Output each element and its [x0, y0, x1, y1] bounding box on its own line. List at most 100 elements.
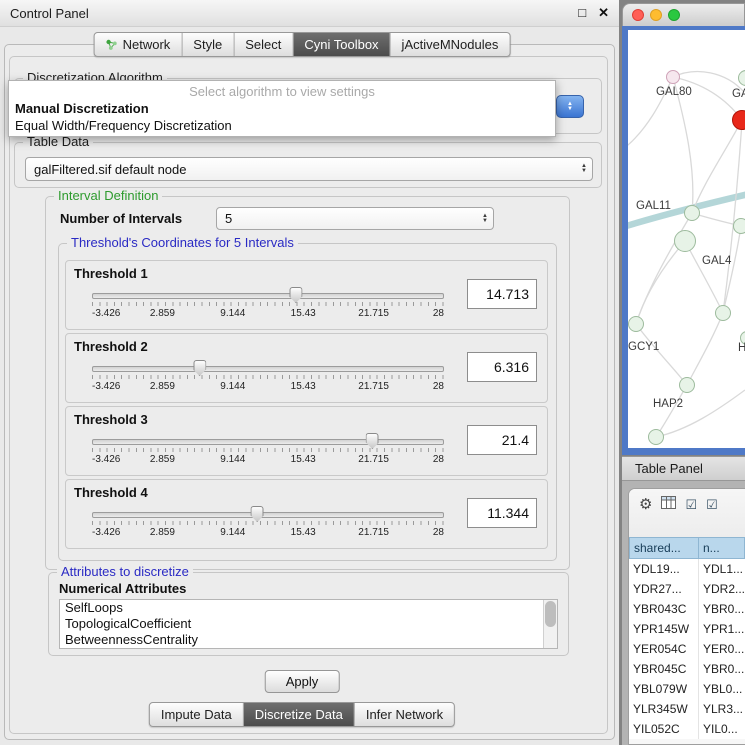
table-row[interactable]: YER054CYER0...	[629, 639, 745, 659]
threshold-box-2: Threshold 2-3.4262.8599.14415.4321.71528…	[65, 333, 548, 403]
attribute-item[interactable]: SelfLoops	[60, 600, 557, 616]
table-panel-header[interactable]: Table Panel	[622, 456, 745, 481]
float-window-icon[interactable]: □	[578, 5, 586, 21]
slider-scale: -3.4262.8599.14415.4321.71528	[92, 381, 444, 393]
slider-thumb[interactable]	[193, 360, 206, 376]
node-label: HAP2	[653, 398, 683, 410]
scrollbar-thumb[interactable]	[545, 601, 556, 627]
tab-style[interactable]: Style	[182, 33, 234, 56]
table-data-combo-value: galFiltered.sif default node	[34, 162, 186, 177]
algorithm-option-manual-discretization[interactable]: Manual Discretization	[9, 100, 555, 117]
numerical-attributes-list[interactable]: SelfLoopsTopologicalCoefficientBetweenne…	[59, 599, 558, 649]
scale-label: 15.43	[291, 454, 316, 465]
table-row[interactable]: YDL19...YDL1...	[629, 559, 745, 579]
number-of-intervals-combo[interactable]: 5 ▲ ▼	[216, 207, 494, 230]
scale-label: 15.43	[291, 308, 316, 319]
algorithm-dropdown-popup: Select algorithm to view settings Manual…	[8, 80, 556, 137]
cell-shared-name: YBR043C	[629, 599, 699, 619]
slider-thumb[interactable]	[289, 287, 302, 303]
scale-label: 21.715	[358, 527, 389, 538]
minimize-traffic-light[interactable]	[650, 9, 662, 21]
network-canvas[interactable]: GAL80GAGAL11GAL4GCY1HHAP2	[628, 30, 745, 448]
tab-discretize-data[interactable]: Discretize Data	[244, 703, 355, 726]
attribute-item[interactable]: BetweennessCentrality	[60, 632, 557, 648]
scale-label: 9.144	[220, 381, 245, 392]
table-row[interactable]: YPR145WYPR1...	[629, 619, 745, 639]
algorithm-option-equal-width-frequency-discretization[interactable]: Equal Width/Frequency Discretization	[9, 117, 555, 134]
node-label: GAL11	[636, 200, 671, 212]
slider-ticks	[92, 375, 444, 379]
slider-track[interactable]	[92, 366, 444, 372]
tab-impute-data[interactable]: Impute Data	[150, 703, 244, 726]
network-node-gcy1[interactable]	[628, 316, 644, 332]
cell-name: YER0...	[699, 639, 745, 659]
threshold-value-field[interactable]: 21.4	[467, 425, 537, 455]
network-node-hap2[interactable]	[679, 377, 695, 393]
threshold-box-4: Threshold 4-3.4262.8599.14415.4321.71528…	[65, 479, 548, 549]
attribute-item[interactable]: TopologicalCoefficient	[60, 616, 557, 632]
network-icon	[106, 39, 118, 51]
tab-select[interactable]: Select	[234, 33, 293, 56]
tab-label: Discretize Data	[255, 707, 343, 722]
threshold-value-field[interactable]: 6.316	[467, 352, 537, 382]
zoom-traffic-light[interactable]	[668, 9, 680, 21]
column-header-1[interactable]: shared...	[629, 537, 699, 559]
table-row[interactable]: YBR043CYBR0...	[629, 599, 745, 619]
node-label: H	[738, 342, 745, 354]
slider-track[interactable]	[92, 439, 444, 445]
slider-track[interactable]	[92, 293, 444, 299]
threshold-box-1: Threshold 1-3.4262.8599.14415.4321.71528…	[65, 260, 548, 330]
network-node[interactable]	[674, 230, 696, 252]
select-column-checkbox-icon[interactable]: ☑	[706, 496, 718, 514]
slider-track[interactable]	[92, 512, 444, 518]
network-node-gal4[interactable]	[733, 218, 745, 234]
close-traffic-light[interactable]	[632, 9, 644, 21]
stepper-down-icon: ▼	[482, 219, 488, 224]
table-row[interactable]: YLR345WYLR3...	[629, 699, 745, 719]
table-row[interactable]: YIL052CYIL0...	[629, 719, 745, 739]
cell-shared-name: YIL052C	[629, 719, 699, 739]
threshold-slider[interactable]: -3.4262.8599.14415.4321.71528	[88, 287, 448, 325]
network-node-gal80[interactable]	[666, 70, 680, 84]
network-node[interactable]	[648, 429, 664, 445]
group-title-thresholds: Threshold's Coordinates for 5 Intervals	[67, 235, 298, 250]
column-header-2[interactable]: n...	[699, 537, 745, 559]
numerical-attributes-label: Numerical Attributes	[59, 581, 186, 596]
tab-label: Cyni Toolbox	[304, 37, 378, 52]
slider-ticks	[92, 448, 444, 452]
close-icon[interactable]: ✕	[598, 5, 609, 21]
cell-name: YDL1...	[699, 559, 745, 579]
network-node-gal11[interactable]	[684, 205, 700, 221]
scale-label: 28	[433, 527, 444, 538]
slider-thumb[interactable]	[251, 506, 264, 522]
algorithm-combo-stepper[interactable]: ▲ ▼	[556, 95, 584, 118]
threshold-slider[interactable]: -3.4262.8599.14415.4321.71528	[88, 433, 448, 471]
gear-icon[interactable]: ⚙	[639, 496, 652, 514]
network-node[interactable]	[715, 305, 731, 321]
network-window-titlebar[interactable]	[622, 3, 745, 26]
cell-name: YDR2...	[699, 579, 745, 599]
tab-network[interactable]: Network	[95, 33, 183, 56]
number-of-intervals-label: Number of Intervals	[60, 211, 182, 226]
threshold-value-field[interactable]: 14.713	[467, 279, 537, 309]
slider-scale: -3.4262.8599.14415.4321.71528	[92, 454, 444, 466]
threshold-slider[interactable]: -3.4262.8599.14415.4321.71528	[88, 506, 448, 544]
table-row[interactable]: YBR045CYBR0...	[629, 659, 745, 679]
threshold-label: Threshold 4	[74, 485, 148, 500]
threshold-slider[interactable]: -3.4262.8599.14415.4321.71528	[88, 360, 448, 398]
table-data-combo[interactable]: galFiltered.sif default node ▲ ▼	[25, 157, 593, 181]
tab-infer-network[interactable]: Infer Network	[355, 703, 454, 726]
columns-icon[interactable]	[661, 496, 676, 514]
table-row[interactable]: YDR27...YDR2...	[629, 579, 745, 599]
threshold-value-field[interactable]: 11.344	[467, 498, 537, 528]
network-node[interactable]	[732, 110, 745, 130]
tab-cyni-toolbox[interactable]: Cyni Toolbox	[293, 33, 390, 56]
slider-thumb[interactable]	[366, 433, 379, 449]
list-scrollbar[interactable]	[543, 600, 557, 648]
select-all-checkbox-icon[interactable]: ☑	[685, 496, 697, 514]
apply-button[interactable]: Apply	[265, 670, 340, 693]
table-row[interactable]: YBL079WYBL0...	[629, 679, 745, 699]
tab-jactivemnodules[interactable]: jActiveMNodules	[391, 33, 510, 56]
tab-label: Style	[193, 37, 222, 52]
scale-label: 2.859	[150, 527, 175, 538]
